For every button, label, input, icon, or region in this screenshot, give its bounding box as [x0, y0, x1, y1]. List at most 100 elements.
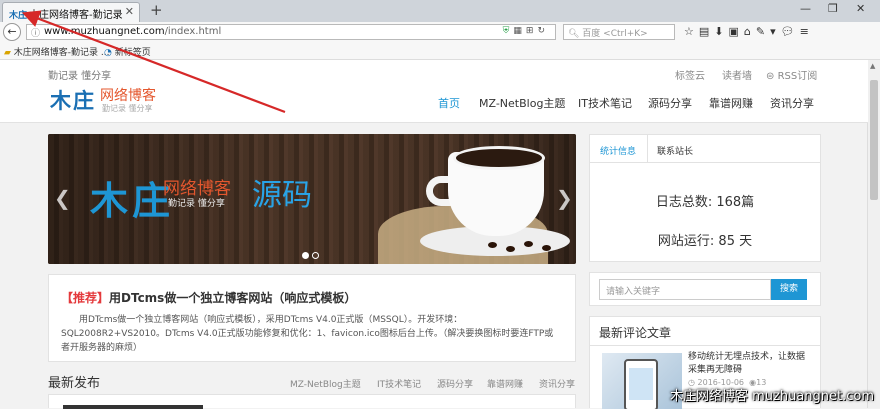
- url-text: www.muzhuangnet.com/index.html: [44, 26, 221, 37]
- url-bar[interactable]: ⓘ www.muzhuangnet.com/index.html ⛨▦⊞↻: [26, 24, 556, 40]
- nav-online-earning[interactable]: 靠谱网赚: [709, 95, 753, 111]
- reload-icon[interactable]: ↻: [537, 26, 549, 36]
- browser-tab-strip: 木庄 木庄网络博客-勤记录 懂分享 ✕ + — ❐ ✕: [0, 0, 880, 23]
- reader-wall-link[interactable]: 读者墙: [722, 67, 752, 82]
- banner-logo-sub: 勤记录 懂分享: [168, 199, 225, 209]
- url-bar-actions: ⛨▦⊞↻: [503, 26, 549, 36]
- slider-dot-2[interactable]: [312, 252, 319, 259]
- site-search-button[interactable]: 搜索: [771, 279, 807, 300]
- coffee-bean: [506, 246, 515, 252]
- logo-name-text: 网络博客: [100, 88, 156, 104]
- coffee-bean: [488, 242, 497, 248]
- site-search-input[interactable]: 请输入关键字: [599, 279, 771, 300]
- scrollbar-thumb[interactable]: [870, 80, 878, 200]
- phone-screen: [629, 368, 653, 400]
- bookmark-folder-icon: ▰: [4, 48, 11, 58]
- latest-cat-it-notes[interactable]: IT技术笔记: [377, 377, 421, 390]
- search-engine-icon: 🔍︎: [568, 29, 583, 39]
- search-input[interactable]: 🔍︎ 百度 <Ctrl+K>: [563, 24, 675, 40]
- restore-window-icon[interactable]: ❐: [828, 2, 838, 15]
- nav-it-notes[interactable]: IT技术笔记: [578, 95, 632, 111]
- stats-tabs: 统计信息 联系站长: [590, 135, 820, 163]
- watermark: 木庄网络博客 muzhuangnet.com: [669, 389, 874, 404]
- rss-link[interactable]: ⊜ RSS订阅: [766, 67, 817, 82]
- scroll-up-icon[interactable]: ▲: [870, 62, 875, 70]
- tag-cloud-link[interactable]: 标签云: [675, 67, 705, 82]
- slider-dot-1[interactable]: [302, 252, 309, 259]
- new-tab-icon[interactable]: +: [150, 1, 163, 19]
- logo-big-text: 木庄: [50, 88, 96, 113]
- screenshot-icon[interactable]: ▣: [729, 25, 744, 38]
- latest-post-image: [63, 405, 203, 409]
- slider-next-icon[interactable]: ❯: [556, 186, 573, 210]
- site-slogan: 勤记录 懂分享: [48, 71, 112, 82]
- nav-mz-netblog[interactable]: MZ-NetBlog主题: [479, 95, 565, 111]
- chat-icon[interactable]: 💬︎: [781, 25, 800, 38]
- tab-contact[interactable]: 联系站长: [657, 144, 693, 157]
- banner-headline: 源码: [252, 178, 312, 213]
- minimize-window-icon[interactable]: —: [800, 2, 811, 15]
- latest-post-card[interactable]: [48, 394, 576, 409]
- bookmark-label: 木庄网络博客-勤记录 ...: [13, 48, 110, 58]
- url-path: /index.html: [164, 26, 222, 37]
- bookmarks-bar: ▰ 木庄网络博客-勤记录 ... ◔ 新标签页: [0, 42, 880, 60]
- site-search-widget: 请输入关键字 搜索: [589, 272, 821, 306]
- featured-post: 【推荐】用DTcms做一个独立博客网站（响应式模板） 用DTcms做一个独立博客…: [48, 274, 576, 362]
- extension-icon[interactable]: ✎: [756, 25, 770, 38]
- nav-source-share[interactable]: 源码分享: [648, 95, 692, 111]
- home-icon[interactable]: ⌂: [744, 25, 756, 38]
- nav-home[interactable]: 首页: [438, 95, 460, 111]
- post-title-text: 用DTcms做一个独立博客网站（响应式模板）: [109, 291, 357, 305]
- latest-cat-online-earning[interactable]: 靠谱网赚: [487, 377, 523, 390]
- latest-cat-mz-netblog[interactable]: MZ-NetBlog主题: [290, 377, 361, 390]
- logo-sub-text: 勤记录 懂分享: [102, 104, 153, 113]
- uptime-stat: 网站运行: 85 天: [657, 234, 753, 249]
- coffee-bean: [524, 241, 533, 247]
- latest-cat-source-share[interactable]: 源码分享: [437, 377, 473, 390]
- toolbar-icons: ☆▤⬇▣⌂✎▾💬︎≡: [684, 25, 814, 38]
- comment-article-link[interactable]: 移动统计无埋点技术，让数据采集再无障碍: [688, 351, 813, 377]
- rss-icon: ⊜: [766, 71, 775, 82]
- banner-slider[interactable]: 木庄 网络博客 勤记录 懂分享 源码 ❮ ❯: [48, 134, 576, 264]
- site-header: 勤记录 懂分享 标签云 读者墙 ⊜ RSS订阅 木庄 网络博客 勤记录 懂分享 …: [0, 60, 868, 123]
- nav-news-share[interactable]: 资讯分享: [770, 95, 814, 111]
- bookmark-item-blog[interactable]: ▰ 木庄网络博客-勤记录 ...: [4, 45, 110, 58]
- tab-stats[interactable]: 统计信息: [600, 144, 636, 157]
- search-placeholder: 百度 <Ctrl+K>: [582, 29, 648, 39]
- dropdown-icon[interactable]: ▾: [770, 25, 781, 38]
- info-icon[interactable]: ⓘ: [31, 26, 40, 39]
- back-arrow-icon[interactable]: ←: [3, 23, 21, 41]
- recent-comments-title: 最新评论文章: [599, 326, 672, 340]
- tab-close-icon[interactable]: ✕: [125, 5, 134, 18]
- rss-label: RSS订阅: [777, 71, 818, 82]
- latest-cat-news-share[interactable]: 资讯分享: [539, 377, 575, 390]
- tab-title: 木庄网络博客-勤记录 懂分享: [29, 10, 125, 21]
- site-favicon-icon: 木庄: [9, 11, 28, 21]
- reading-list-icon[interactable]: ▤: [699, 25, 714, 38]
- tab-divider: [647, 135, 648, 162]
- shield-icon[interactable]: ⛨: [503, 26, 514, 36]
- bookmark-item-newtab[interactable]: ◔ 新标签页: [104, 45, 151, 58]
- phone-image: [624, 359, 658, 409]
- bookmark-star-icon[interactable]: ☆: [684, 25, 699, 38]
- slider-pagination: [302, 248, 322, 262]
- browser-nav-bar: ← ⓘ www.muzhuangnet.com/index.html ⛨▦⊞↻ …: [0, 22, 880, 43]
- coffee-bean: [542, 245, 551, 251]
- browser-tab-active[interactable]: 木庄 木庄网络博客-勤记录 懂分享 ✕: [2, 2, 140, 22]
- stats-widget: 统计信息 联系站长 日志总数: 168篇 网站运行: 85 天: [589, 134, 821, 262]
- banner-coffee-image: [453, 146, 545, 170]
- divider: [590, 345, 820, 346]
- menu-icon[interactable]: ≡: [800, 25, 814, 38]
- banner-logo-big: 木庄: [90, 178, 175, 223]
- slider-prev-icon[interactable]: ❮: [54, 186, 71, 210]
- page-scrollbar[interactable]: ▲: [867, 60, 880, 408]
- grid-icon[interactable]: ⊞: [526, 26, 538, 36]
- bookmark-page-icon: ◔: [104, 48, 112, 58]
- url-host: www.muzhuangnet.com: [44, 26, 165, 37]
- latest-heading: 最新发布: [48, 376, 101, 391]
- recommend-tag: 【推荐】: [61, 291, 110, 305]
- close-window-icon[interactable]: ✕: [856, 2, 865, 15]
- download-icon[interactable]: ⬇: [714, 25, 728, 38]
- featured-post-title[interactable]: 【推荐】用DTcms做一个独立博客网站（响应式模板）: [61, 289, 356, 306]
- qr-code-icon[interactable]: ▦: [513, 26, 526, 36]
